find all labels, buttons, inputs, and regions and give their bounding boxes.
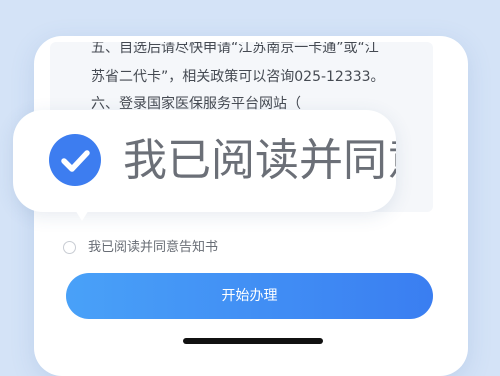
agreement-radio[interactable]	[63, 241, 76, 254]
callout-label: 我已阅读并同意告知书	[123, 135, 396, 186]
notice-line: 五、自选后请尽快申请“江苏南京一卡通”或“江	[91, 42, 379, 56]
notice-line: 苏省二代卡”，相关政策可以咨询025-12333。	[91, 69, 385, 85]
callout-pointer	[72, 205, 92, 221]
agreement-label: 我已阅读并同意告知书	[88, 240, 219, 255]
home-indicator	[183, 338, 323, 344]
start-processing-button[interactable]: 开始办理	[66, 273, 433, 319]
agreement-zoom-callout: 我已阅读并同意告知书	[13, 110, 396, 221]
checkmark-circle-icon	[49, 134, 101, 186]
callout-label-clip: 我已阅读并同意告知书	[123, 130, 396, 192]
